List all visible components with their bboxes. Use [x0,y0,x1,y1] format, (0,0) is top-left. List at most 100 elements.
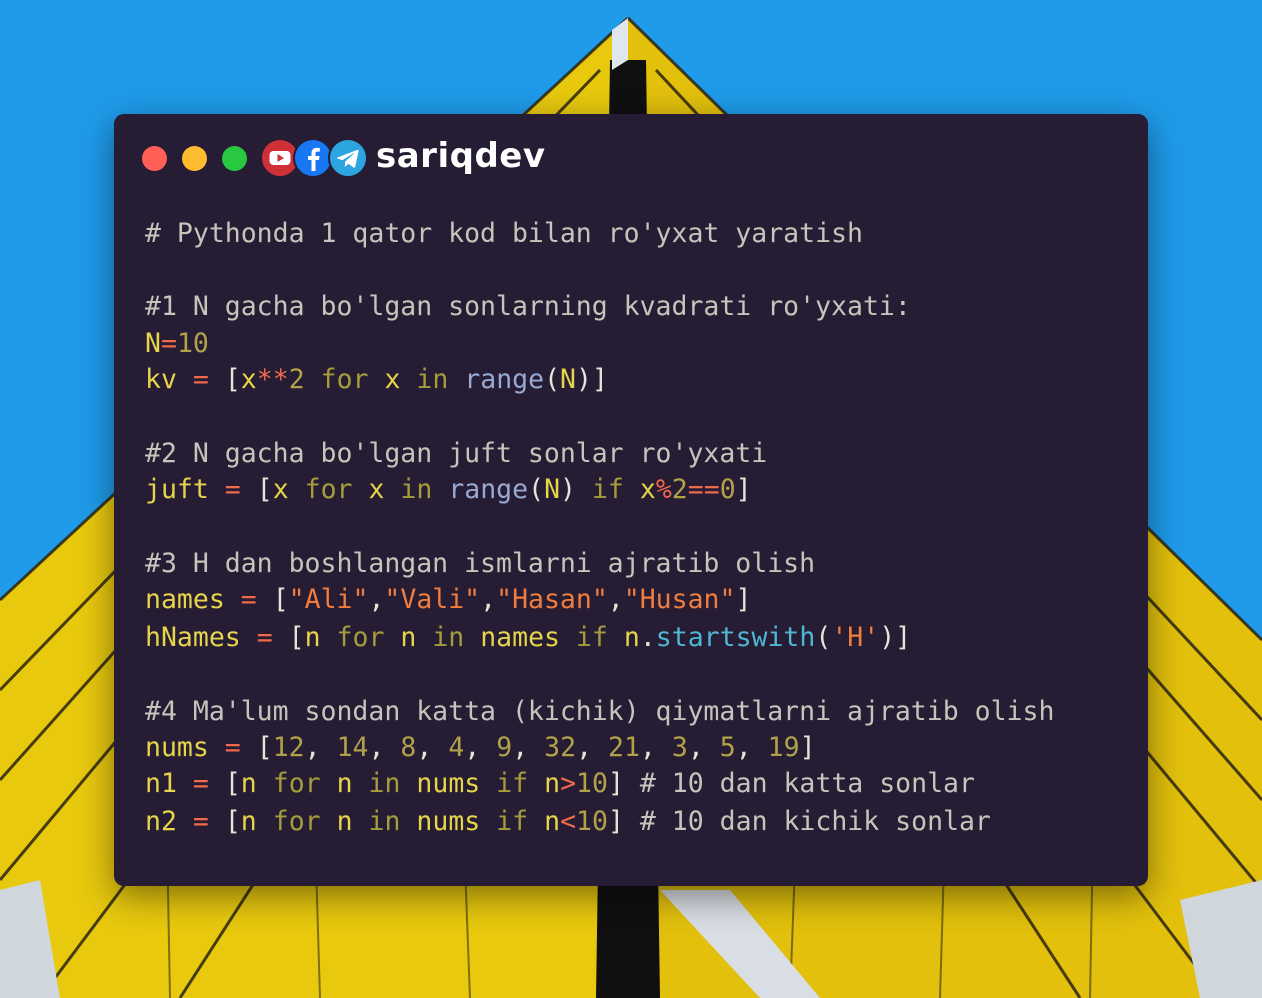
token: < [560,806,577,837]
token: kv [145,364,177,395]
token: [ [256,732,273,763]
token: [ [272,584,289,615]
token: 10 [176,328,209,359]
token: if [496,768,529,799]
token: = [192,806,209,837]
token: in [400,474,433,505]
token: "Ali" [288,584,369,615]
token: for [272,806,321,837]
token: n [336,806,353,837]
token: ) [576,364,592,395]
token: = [256,622,273,653]
token: ) [879,622,896,653]
facebook-icon[interactable] [293,138,333,178]
token: 9 [496,732,513,763]
code-comment-title: # Pythonda 1 qator kod bilan ro'yxat yar… [145,218,863,249]
token: , [480,584,497,615]
token: 4 [448,732,465,763]
token: 12 [272,732,305,763]
token: in [416,364,449,395]
token: n [400,622,417,653]
maximize-button[interactable] [222,146,247,171]
token: , [464,732,481,763]
minimize-button[interactable] [182,146,207,171]
token: ] [607,806,624,837]
token: , [416,732,433,763]
token: if [496,806,529,837]
token: "Hasan" [496,584,608,615]
token: x [368,474,385,505]
token: = [160,328,177,359]
code-line-hNames: hNames = [n for n in names if n.startswi… [145,620,911,656]
token: ) [560,474,576,505]
brand-name: sariqdev [376,136,546,176]
token: in [432,622,465,653]
token: , [304,732,321,763]
token: = [192,768,209,799]
token: # 10 dan katta sonlar [639,768,975,799]
code-line-names: names = ["Ali","Vali","Hasan","Husan"] [145,582,751,618]
token: 'H' [831,622,880,653]
token: # 10 dan kichik sonlar [639,806,991,837]
token: = [240,584,257,615]
token: ] [607,768,624,799]
token: x [240,364,257,395]
token: ] [735,474,752,505]
token: n [304,622,321,653]
token: in [368,768,401,799]
token: N [145,328,161,359]
token: , [687,732,704,763]
token: % [655,474,672,505]
token: nums [416,768,481,799]
token: ( [544,364,561,395]
token: , [576,732,593,763]
token: 5 [719,732,736,763]
token: 14 [336,732,369,763]
token: in [368,806,401,837]
token: x [272,474,289,505]
token: for [272,768,321,799]
token: N [544,474,561,505]
token: , [368,732,385,763]
token: [ [288,622,305,653]
token: , [607,584,624,615]
token: 8 [400,732,417,763]
token: . [639,622,656,653]
token: [ [224,806,241,837]
token: x [384,364,401,395]
code-line-juft: juft = [x for x in range(N) if x%2==0] [145,472,752,508]
token: 32 [544,732,577,763]
token: , [735,732,752,763]
token: ( [528,474,545,505]
token: [ [256,474,273,505]
token: n [240,806,257,837]
token: if [575,622,608,653]
token: ] [591,364,608,395]
token: 0 [719,474,736,505]
code-line-n1: n1 = [n for n in nums if n>10] # 10 dan … [145,766,975,802]
token: 19 [767,732,800,763]
code-line-N: N=10 [145,326,209,362]
token: "Husan" [623,584,736,615]
token: n1 [145,768,177,799]
token: ** [256,364,289,395]
token: > [560,768,577,799]
token: 21 [608,732,640,763]
close-button[interactable] [142,146,167,171]
token: n2 [145,806,177,837]
token: range [448,474,529,505]
token: 2 [671,474,688,505]
token: , [639,732,656,763]
code-line-n2: n2 = [n for n in nums if n<10] # 10 dan … [145,804,991,840]
token: "Vali" [384,584,481,615]
token: n [544,806,561,837]
token: N [560,364,577,395]
telegram-icon[interactable] [328,138,368,178]
token: [ [224,768,241,799]
token: == [687,474,720,505]
token: = [224,474,241,505]
token: ] [799,732,816,763]
token: n [623,622,640,653]
title-bar: sariqdev [114,114,1148,204]
code-line-nums: nums = [12, 14, 8, 4, 9, 32, 21, 3, 5, 1… [145,730,816,766]
